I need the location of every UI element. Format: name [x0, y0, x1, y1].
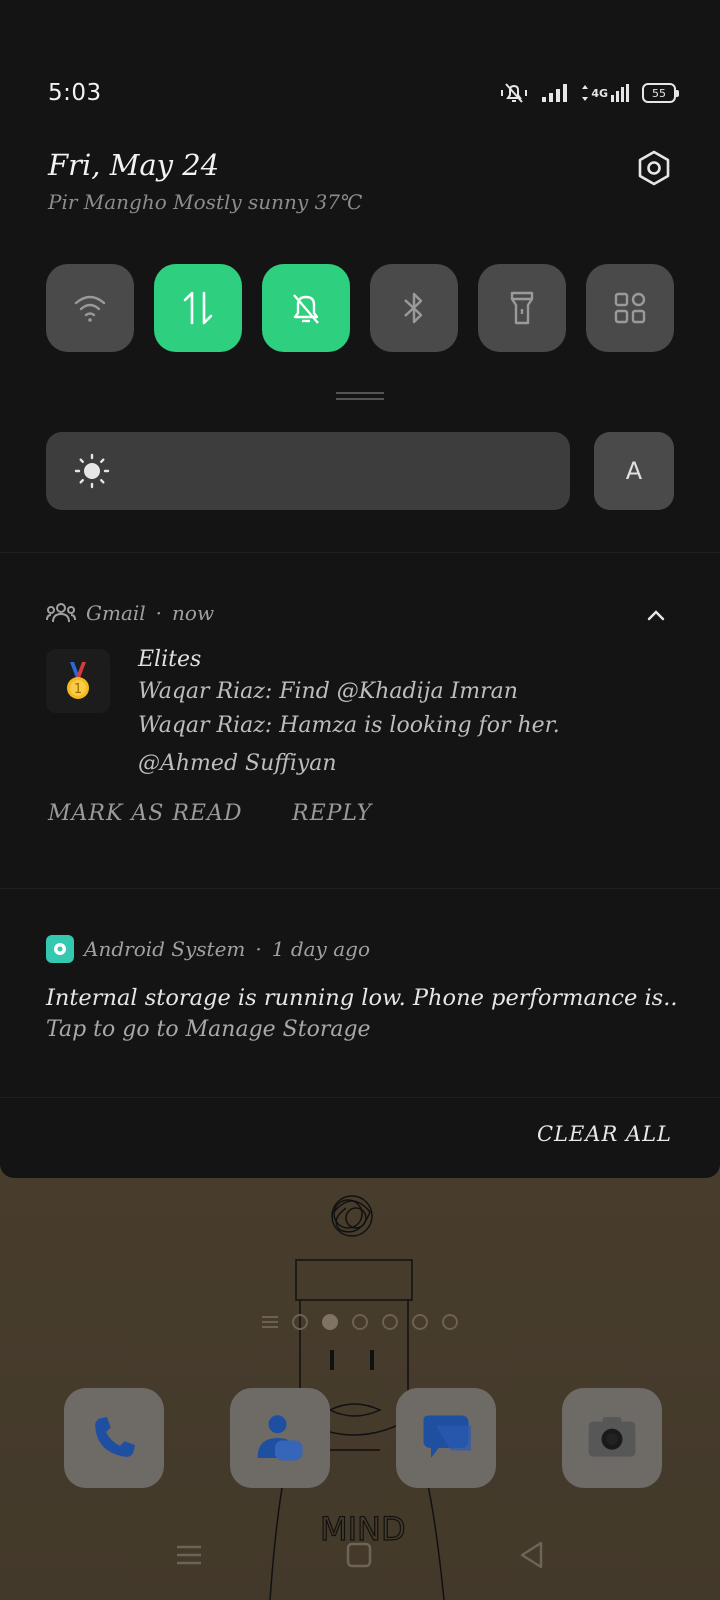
- bluetooth-tile[interactable]: [370, 264, 458, 352]
- reply-button[interactable]: REPLY: [292, 801, 372, 826]
- battery-icon: 55: [642, 83, 679, 103]
- weather-label[interactable]: Pir Mangho Mostly sunny 37℃: [48, 190, 674, 214]
- notification-time: 1 day ago: [271, 937, 370, 961]
- camera-icon: [588, 1417, 636, 1457]
- notification-subtext: Tap to go to Manage Storage: [46, 1017, 371, 1042]
- sun-icon: [74, 453, 110, 489]
- home-square-icon: [346, 1542, 372, 1568]
- group-people-icon: [46, 603, 76, 623]
- bluetooth-icon: [404, 292, 423, 324]
- page-dot-active: [322, 1314, 338, 1330]
- page-dot: [412, 1314, 428, 1330]
- android-system-icon: [46, 935, 74, 963]
- date-label[interactable]: Fri, May 24: [48, 148, 674, 182]
- signal-icon: [542, 84, 568, 102]
- chevron-up-icon: [647, 610, 665, 621]
- notification-text: Internal storage is running low. Phone p…: [46, 985, 678, 1011]
- phone-app[interactable]: [64, 1388, 164, 1488]
- notification-app-name: Android System: [84, 937, 246, 961]
- messages-app[interactable]: [396, 1388, 496, 1488]
- flashlight-icon: [510, 291, 534, 325]
- system-notification-header: Android System · 1 day ago: [46, 935, 370, 963]
- network-indicator: 4G: [581, 83, 630, 103]
- wifi-tile[interactable]: [46, 264, 134, 352]
- mobile-data-icon: [183, 291, 213, 325]
- page-dot: [382, 1314, 398, 1330]
- phone-icon: [95, 1417, 135, 1457]
- navigation-bar: [0, 1530, 720, 1580]
- date-weather-row: Fri, May 24 Pir Mangho Mostly sunny 37℃: [48, 148, 674, 228]
- auto-brightness-button[interactable]: A: [594, 432, 674, 510]
- gmail-notification-header: Gmail · now: [46, 601, 214, 625]
- system-notification[interactable]: Android System · 1 day ago Internal stor…: [0, 889, 720, 1097]
- separator-dot: ·: [255, 937, 262, 961]
- conversation-title: Elites: [138, 647, 202, 672]
- page-dot: [442, 1314, 458, 1330]
- back-button[interactable]: [506, 1530, 556, 1580]
- data-arrows-icon: [582, 85, 589, 101]
- page-menu-icon: [262, 1316, 278, 1328]
- mute-tile[interactable]: [262, 264, 350, 352]
- divider: [0, 1097, 720, 1098]
- mobile-data-tile[interactable]: [154, 264, 242, 352]
- clear-all-button[interactable]: CLEAR ALL: [537, 1122, 672, 1146]
- battery-level: 55: [652, 86, 666, 100]
- home-button[interactable]: [334, 1530, 384, 1580]
- message-line: Waqar Riaz: Find @Khadija Imran: [138, 679, 518, 704]
- contacts-icon: [257, 1415, 303, 1461]
- vibrate-mute-icon: [501, 83, 528, 103]
- mark-as-read-button[interactable]: MARK AS READ: [48, 801, 243, 826]
- flashlight-tile[interactable]: [478, 264, 566, 352]
- separator-dot: ·: [155, 601, 163, 625]
- dock: [64, 1388, 662, 1488]
- notification-shade[interactable]: 5:03 4G 55 Fri, May 24 Pir Mangho Mostly…: [0, 0, 720, 1178]
- page-dot: [352, 1314, 368, 1330]
- messages-icon: [423, 1415, 471, 1458]
- signal-icon-2: [611, 84, 629, 102]
- quick-settings-tiles: [46, 264, 674, 352]
- edit-tiles-tile[interactable]: [586, 264, 674, 352]
- page-indicator[interactable]: [262, 1314, 458, 1330]
- notification-time: now: [172, 601, 215, 625]
- message-line: @Ahmed Suffiyan: [138, 751, 337, 776]
- clock: 5:03: [48, 80, 102, 106]
- settings-button[interactable]: [634, 148, 674, 188]
- mute-bell-icon: [293, 294, 319, 324]
- message-line: Waqar Riaz: Hamza is looking for her.: [138, 713, 560, 738]
- network-type: 4G: [591, 86, 608, 100]
- drag-handle[interactable]: [336, 392, 384, 400]
- medal-icon: 1: [67, 662, 89, 699]
- wifi-icon: [74, 295, 106, 322]
- notification-app-name: Gmail: [86, 601, 146, 625]
- status-bar: 5:03 4G 55: [48, 76, 679, 110]
- page-dot: [292, 1314, 308, 1330]
- conversation-avatar: 1: [46, 649, 110, 713]
- recents-button[interactable]: [164, 1530, 214, 1580]
- camera-app[interactable]: [562, 1388, 662, 1488]
- gmail-notification[interactable]: Gmail · now 1 Elites Waqar Riaz: Find @K…: [0, 553, 720, 887]
- status-icons: 4G 55: [499, 82, 679, 104]
- gear-icon: [638, 150, 670, 186]
- svg-text:1: 1: [74, 682, 82, 697]
- contacts-app[interactable]: [230, 1388, 330, 1488]
- menu-icon: [177, 1545, 201, 1565]
- grid-apps-icon: [614, 292, 646, 324]
- back-triangle-icon: [520, 1541, 543, 1569]
- collapse-button[interactable]: [644, 603, 668, 627]
- brightness-slider[interactable]: [46, 432, 570, 510]
